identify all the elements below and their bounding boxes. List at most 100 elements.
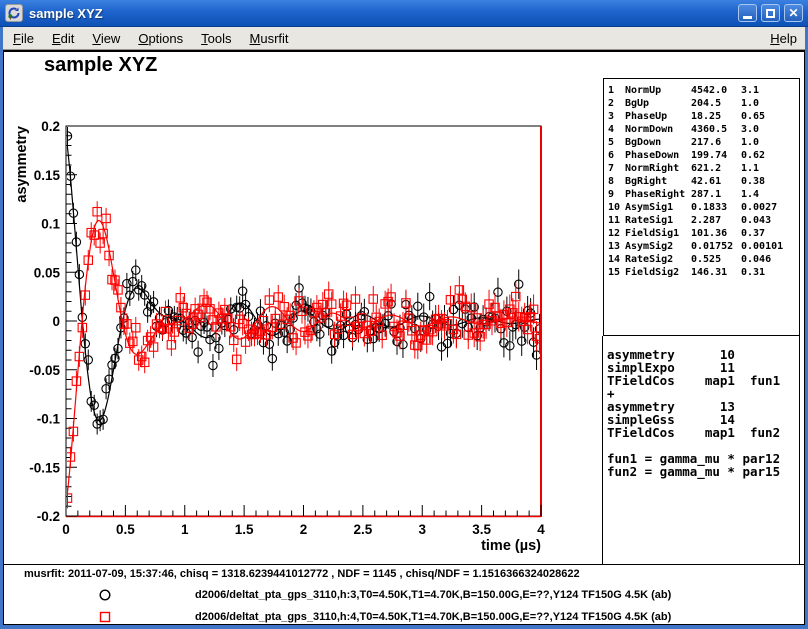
param-name: RateSig2 — [625, 253, 691, 266]
root-canvas[interactable]: 00.511.522.533.540.20.150.10.050-0.05-0.… — [3, 50, 805, 625]
param-row-NormUp: 1NormUp4542.03.1 — [604, 84, 799, 97]
menu-file[interactable]: File — [5, 28, 42, 49]
menubar: FileEditViewOptionsToolsMusrfit Help — [3, 27, 805, 50]
param-no: 5 — [608, 136, 625, 149]
close-icon: ✕ — [788, 7, 798, 19]
x-axis-title: time (µs) — [481, 538, 541, 554]
param-name: PhaseDown — [625, 149, 691, 162]
legend-marker-square-icon — [97, 609, 113, 625]
window-controls: ✕ — [738, 4, 803, 22]
param-name: NormRight — [625, 162, 691, 175]
musrfit-window: sample XYZ ✕ FileEditViewOptionsToolsMus… — [0, 0, 808, 629]
param-name: PhaseRight — [625, 188, 691, 201]
param-name: NormDown — [625, 123, 691, 136]
param-name: AsymSig1 — [625, 201, 691, 214]
param-no: 15 — [608, 266, 625, 279]
param-no: 10 — [608, 201, 625, 214]
theory-box: asymmetry 10simplExpo 11TFieldCos map1 f… — [602, 336, 800, 565]
fit-curve — [66, 221, 541, 506]
fit-status-line: musrfit: 2011-07-09, 15:37:46, chisq = 1… — [24, 568, 580, 580]
axis-ticks — [66, 126, 541, 516]
param-row-BgDown: 5BgDown217.61.0 — [604, 136, 799, 149]
param-value: 4360.5 — [691, 123, 741, 136]
x-tick-label: 0 — [62, 522, 70, 537]
legend-marker-circle-icon — [97, 587, 113, 603]
param-value: 42.61 — [691, 175, 741, 188]
param-row-FieldSig2: 15FieldSig2146.310.31 — [604, 266, 799, 279]
param-value: 287.1 — [691, 188, 741, 201]
param-no: 7 — [608, 162, 625, 175]
param-error: 0.0027 — [741, 201, 799, 214]
legend-label: d2006/deltat_pta_gps_3110,h:4,T0=4.50K,T… — [195, 611, 671, 623]
param-name: NormUp — [625, 84, 691, 97]
x-tick-label: 2.5 — [353, 522, 372, 537]
param-error: 1.0 — [741, 97, 799, 110]
y-tick-label: 0.05 — [34, 265, 61, 280]
y-tick-label: 0.2 — [41, 119, 60, 134]
param-row-PhaseRight: 9PhaseRight287.11.4 — [604, 188, 799, 201]
theory-line: TFieldCos map1 fun2 — [603, 426, 799, 439]
param-name: BgRight — [625, 175, 691, 188]
param-no: 12 — [608, 227, 625, 240]
param-value: 101.36 — [691, 227, 741, 240]
menu-edit[interactable]: Edit — [44, 28, 82, 49]
menu-musrfit[interactable]: Musrfit — [242, 28, 297, 49]
param-value: 146.31 — [691, 266, 741, 279]
series-up-black — [63, 126, 543, 435]
x-tick-label: 3 — [418, 522, 426, 537]
param-row-PhaseDown: 6PhaseDown199.740.62 — [604, 149, 799, 162]
data-points-layer — [63, 126, 543, 509]
param-no: 6 — [608, 149, 625, 162]
param-row-BgUp: 2BgUp204.51.0 — [604, 97, 799, 110]
param-value: 0.1833 — [691, 201, 741, 214]
param-value: 204.5 — [691, 97, 741, 110]
param-value: 621.2 — [691, 162, 741, 175]
param-name: BgDown — [625, 136, 691, 149]
menu-help-container: Help — [760, 31, 805, 46]
app-icon — [5, 4, 23, 22]
param-error: 0.046 — [741, 253, 799, 266]
x-tick-label: 2 — [300, 522, 308, 537]
param-error: 3.1 — [741, 84, 799, 97]
param-row-BgRight: 8BgRight42.610.38 — [604, 175, 799, 188]
param-value: 4542.0 — [691, 84, 741, 97]
param-error: 0.37 — [741, 227, 799, 240]
param-no: 9 — [608, 188, 625, 201]
y-tick-label: 0 — [52, 314, 60, 329]
param-value: 18.25 — [691, 110, 741, 123]
maximize-button[interactable] — [761, 4, 780, 22]
window-title: sample XYZ — [29, 6, 738, 21]
legend-label: d2006/deltat_pta_gps_3110,h:3,T0=4.50K,T… — [195, 589, 671, 601]
x-tick-label: 0.5 — [116, 522, 135, 537]
y-tick-label: -0.05 — [29, 363, 60, 378]
maximize-icon — [766, 9, 775, 18]
param-value: 217.6 — [691, 136, 741, 149]
root-logo-icon — [7, 6, 21, 20]
param-no: 14 — [608, 253, 625, 266]
minimize-button[interactable] — [738, 4, 757, 22]
menu-help[interactable]: Help — [762, 28, 805, 49]
menu-options[interactable]: Options — [130, 28, 191, 49]
param-row-PhaseUp: 3PhaseUp18.250.65 — [604, 110, 799, 123]
titlebar[interactable]: sample XYZ ✕ — [0, 0, 808, 27]
param-no: 1 — [608, 84, 625, 97]
param-error: 1.4 — [741, 188, 799, 201]
param-error: 0.65 — [741, 110, 799, 123]
x-tick-label: 4 — [537, 522, 545, 537]
param-error: 0.043 — [741, 214, 799, 227]
close-button[interactable]: ✕ — [784, 4, 803, 22]
y-tick-label: 0.1 — [41, 217, 60, 232]
menu-view[interactable]: View — [84, 28, 128, 49]
y-tick-label: -0.2 — [37, 509, 60, 524]
menu-tools[interactable]: Tools — [193, 28, 239, 49]
param-name: RateSig1 — [625, 214, 691, 227]
param-error: 0.31 — [741, 266, 799, 279]
param-error: 1.1 — [741, 162, 799, 175]
param-error: 0.38 — [741, 175, 799, 188]
param-name: FieldSig2 — [625, 266, 691, 279]
theory-line: TFieldCos map1 fun1 — [603, 374, 799, 387]
param-error: 0.00101 — [741, 240, 799, 253]
param-no: 11 — [608, 214, 625, 227]
theory-lines: asymmetry 10simplExpo 11TFieldCos map1 f… — [603, 348, 799, 478]
status-divider — [4, 564, 804, 565]
